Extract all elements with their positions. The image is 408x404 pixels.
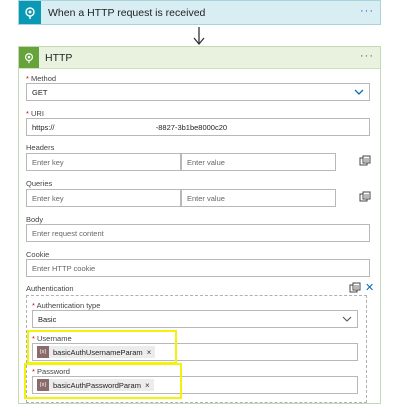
body-label: Body: [26, 215, 44, 224]
trigger-more-menu-icon[interactable]: ···: [360, 5, 374, 17]
uri-label: * URI: [26, 109, 44, 118]
auth-type-label: * Authentication type: [32, 301, 101, 310]
queries-value-input[interactable]: Enter value: [181, 189, 336, 207]
chevron-down-icon: [354, 89, 364, 95]
auth-type-select[interactable]: Basic: [32, 310, 358, 328]
username-highlight: [27, 330, 177, 364]
headers-key-input[interactable]: Enter key: [26, 153, 181, 171]
http-action-icon: [19, 47, 39, 68]
body-input[interactable]: Enter request content: [26, 224, 370, 242]
switch-to-text-mode-icon[interactable]: [359, 155, 371, 167]
trigger-title: When a HTTP request is received: [48, 7, 206, 19]
http-action-header[interactable]: HTTP ···: [19, 47, 380, 69]
switch-to-text-mode-icon[interactable]: [349, 282, 361, 294]
queries-key-input[interactable]: Enter key: [26, 189, 181, 207]
headers-label: Headers: [26, 143, 55, 152]
chevron-down-icon: [342, 316, 352, 322]
auth-type-value: Basic: [38, 315, 57, 324]
http-action-title: HTTP: [45, 52, 73, 64]
trigger-card[interactable]: When a HTTP request is received ···: [18, 0, 381, 25]
method-select[interactable]: GET: [26, 83, 370, 101]
cookie-label: Cookie: [26, 250, 50, 259]
flow-arrow-icon: [193, 27, 205, 46]
method-value: GET: [32, 88, 48, 97]
switch-to-text-mode-icon[interactable]: [359, 191, 371, 203]
uri-input[interactable]: https:// -8827-3b1be8000c20: [26, 118, 370, 136]
queries-label: Queries: [26, 179, 53, 188]
cookie-input[interactable]: Enter HTTP cookie: [26, 259, 370, 277]
method-label: * Method: [26, 74, 57, 83]
http-request-trigger-icon: [19, 1, 41, 24]
headers-value-input[interactable]: Enter value: [181, 153, 336, 171]
close-icon[interactable]: ✕: [365, 281, 374, 294]
authentication-label: Authentication: [26, 284, 74, 293]
password-highlight: [24, 363, 182, 399]
http-more-menu-icon[interactable]: ···: [360, 50, 374, 62]
